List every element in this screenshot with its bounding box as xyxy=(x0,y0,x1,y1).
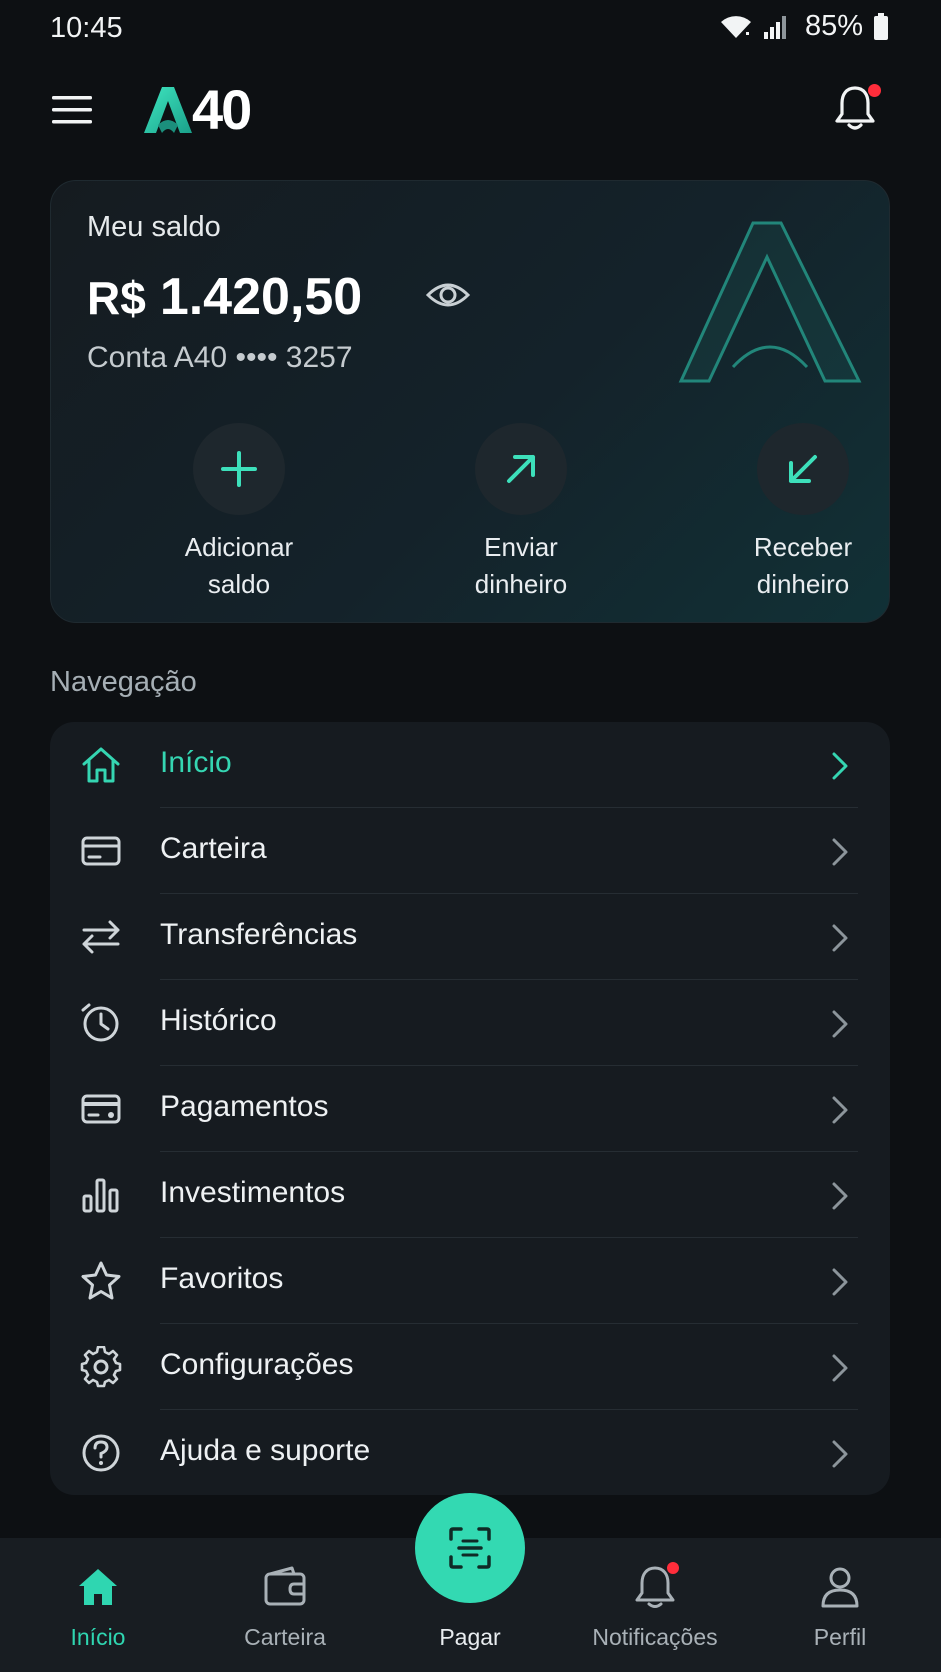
battery-percent: 85% xyxy=(804,10,863,42)
home-icon xyxy=(82,747,120,783)
signal-icon xyxy=(763,15,786,39)
logo-a-icon xyxy=(144,87,192,133)
pay-label: Pagar xyxy=(439,1624,501,1650)
nav-item-label: Configurações xyxy=(160,1348,354,1381)
add-balance-button[interactable]: Adicionar saldo xyxy=(139,423,339,603)
chevron-right-icon xyxy=(832,1354,848,1382)
wallet-icon xyxy=(264,1566,306,1606)
toggle-balance-visibility-button[interactable] xyxy=(425,277,471,313)
pay-button[interactable] xyxy=(415,1493,525,1603)
chevron-right-icon xyxy=(832,924,848,952)
action-circle xyxy=(475,423,567,515)
bottom-nav-label: Notificações xyxy=(592,1624,718,1650)
balance-label: Meu saldo xyxy=(87,211,221,243)
plus-icon xyxy=(221,451,257,487)
quick-actions: Adicionar saldo Enviar dinheiro Receber … xyxy=(51,423,889,613)
chevron-right-icon xyxy=(832,752,848,780)
navigation-menu: Início Carteira Transferências Histórico… xyxy=(50,722,890,1495)
nav-item-label: Início xyxy=(160,746,232,779)
bottom-nav-perfil[interactable]: Perfil xyxy=(755,1538,925,1672)
action-label-line1: Enviar xyxy=(484,532,558,562)
nav-item-ajuda-e-suporte[interactable]: Ajuda e suporte xyxy=(50,1410,890,1496)
gear-icon xyxy=(80,1346,122,1388)
action-label-line2: dinheiro xyxy=(756,569,850,599)
hamburger-icon xyxy=(52,96,92,124)
nav-item-label: Investimentos xyxy=(160,1176,346,1209)
star-icon xyxy=(81,1261,121,1300)
account-number: Conta A40 •••• 3257 xyxy=(87,341,353,374)
nav-item-historico[interactable]: Histórico xyxy=(50,980,890,1066)
nav-item-label: Carteira xyxy=(160,832,267,865)
send-money-button[interactable]: Enviar dinheiro xyxy=(421,423,621,603)
nav-item-inicio[interactable]: Início xyxy=(50,722,890,808)
help-icon xyxy=(82,1434,120,1472)
bottom-nav-inicio[interactable]: Início xyxy=(13,1538,183,1672)
menu-button[interactable] xyxy=(50,90,94,130)
nav-item-carteira[interactable]: Carteira xyxy=(50,808,890,894)
action-label-line2: saldo xyxy=(207,569,271,599)
eye-icon xyxy=(425,283,471,307)
wifi-icon xyxy=(720,15,751,38)
action-label-line1: Receber xyxy=(753,532,853,562)
scan-icon xyxy=(449,1527,491,1569)
navigation-section-title: Navegação xyxy=(50,666,197,698)
bar-chart-icon xyxy=(82,1178,119,1213)
app-logo: 40 xyxy=(140,78,252,141)
notification-badge xyxy=(868,84,881,97)
status-bar: 10:45 85% xyxy=(0,0,941,56)
nav-item-pagamentos[interactable]: Pagamentos xyxy=(50,1066,890,1152)
action-label-line1: Adicionar xyxy=(184,532,294,562)
nav-item-transferencias[interactable]: Transferências xyxy=(50,894,890,980)
bottom-nav-label: Início xyxy=(70,1624,126,1650)
chevron-right-icon xyxy=(832,1182,848,1210)
status-indicators: 85% xyxy=(719,10,889,43)
logo-text: 40 xyxy=(192,78,252,141)
balance-amount: R$ 1.420,50 xyxy=(87,267,362,327)
bottom-nav-label: Perfil xyxy=(813,1624,867,1650)
user-icon xyxy=(821,1567,859,1608)
nav-item-label: Histórico xyxy=(160,1004,277,1037)
chevron-right-icon xyxy=(832,1096,848,1124)
chevron-right-icon xyxy=(832,1440,848,1468)
balance-card: Meu saldo R$ 1.420,50 Conta A40 •••• 325… xyxy=(50,180,890,623)
action-label: Receber dinheiro xyxy=(703,529,889,603)
chevron-right-icon xyxy=(832,838,848,866)
action-label: Enviar dinheiro xyxy=(421,529,621,603)
logo-watermark-icon xyxy=(678,221,862,383)
arrow-up-right-icon xyxy=(507,455,535,483)
nav-item-investimentos[interactable]: Investimentos xyxy=(50,1152,890,1238)
nav-item-label: Pagamentos xyxy=(160,1090,329,1123)
bottom-nav-carteira[interactable]: Carteira xyxy=(200,1538,370,1672)
nav-item-label: Ajuda e suporte xyxy=(160,1434,371,1467)
transfer-icon xyxy=(82,920,120,954)
battery-icon xyxy=(874,12,888,40)
arrow-down-left-icon xyxy=(789,455,817,483)
nav-item-label: Favoritos xyxy=(160,1262,284,1295)
balance-currency: R$ xyxy=(87,272,146,324)
action-circle xyxy=(193,423,285,515)
card-icon xyxy=(81,836,121,866)
status-time: 10:45 xyxy=(50,12,123,44)
top-bar: 40 xyxy=(0,70,941,150)
home-icon xyxy=(79,1569,117,1605)
nav-item-label: Transferências xyxy=(160,918,358,951)
action-label-line2: dinheiro xyxy=(474,569,568,599)
action-label: Adicionar saldo xyxy=(139,529,339,603)
balance-value: 1.420,50 xyxy=(159,268,363,326)
notifications-button[interactable] xyxy=(833,84,883,136)
chevron-right-icon xyxy=(832,1010,848,1038)
action-circle xyxy=(757,423,849,515)
bottom-nav-label: Carteira xyxy=(244,1624,326,1650)
nav-item-favoritos[interactable]: Favoritos xyxy=(50,1238,890,1324)
bottom-nav-notificacoes[interactable]: Notificações xyxy=(570,1538,740,1672)
receive-money-button[interactable]: Receber dinheiro xyxy=(703,423,889,603)
chevron-right-icon xyxy=(832,1268,848,1296)
history-icon xyxy=(81,1003,119,1042)
nav-item-configuracoes[interactable]: Configurações xyxy=(50,1324,890,1410)
payment-card-icon xyxy=(81,1094,121,1124)
notification-badge xyxy=(667,1562,679,1574)
